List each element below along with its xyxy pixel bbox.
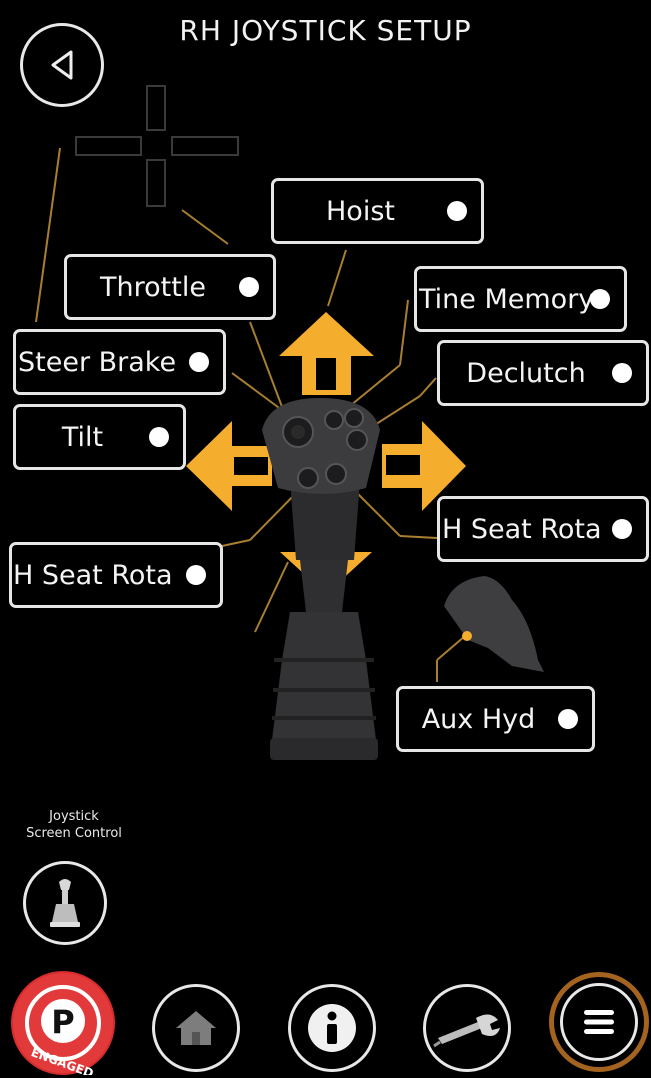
status-dot: [612, 519, 632, 539]
label-h-seat-rota-right[interactable]: H Seat Rota: [437, 496, 649, 562]
joystick-icon: [50, 879, 80, 927]
label-hoist-text: Hoist: [326, 195, 395, 227]
label-h-seat-rota-left[interactable]: H Seat Rota: [9, 542, 223, 608]
status-dot: [558, 709, 578, 729]
status-dot: [612, 363, 632, 383]
menu-button[interactable]: [549, 972, 649, 1072]
status-dot: [149, 427, 169, 447]
label-tilt-text: Tilt: [61, 421, 104, 453]
parking-brake-button[interactable]: P ENGAGED: [11, 971, 115, 1075]
label-declutch-text: Declutch: [466, 357, 586, 389]
label-hoist[interactable]: Hoist: [271, 178, 484, 244]
label-tine-memory-text: Tine Memory: [419, 283, 595, 315]
joystick-screen-control-button[interactable]: [23, 861, 107, 945]
menu-inner-ring: [560, 983, 638, 1061]
label-throttle-text: Throttle: [100, 271, 206, 303]
status-dot: [447, 201, 467, 221]
status-dot: [186, 565, 206, 585]
label-line-1: Joystick: [49, 809, 99, 824]
home-button[interactable]: [152, 984, 240, 1072]
label-steer-brake-text: Steer Brake: [18, 346, 177, 378]
wrench-icon: [433, 1014, 500, 1048]
label-tilt[interactable]: Tilt: [13, 404, 186, 470]
label-tine-memory[interactable]: Tine Memory: [414, 266, 627, 332]
label-steer-brake[interactable]: Steer Brake: [13, 329, 226, 395]
label-declutch[interactable]: Declutch: [437, 340, 649, 406]
label-aux-hyd[interactable]: Aux Hyd: [396, 686, 595, 752]
home-icon: [176, 1011, 216, 1045]
info-icon: [308, 1004, 356, 1052]
status-dot: [239, 277, 259, 297]
parking-brake-icon: P ENGAGED: [13, 973, 113, 1075]
label-h-seat-rota-right-text: H Seat Rota: [442, 513, 602, 545]
label-h-seat-rota-left-text: H Seat Rota: [13, 559, 173, 591]
label-line-2: Screen Control: [26, 826, 122, 841]
menu-icon: [584, 1010, 614, 1034]
settings-button[interactable]: [423, 984, 511, 1072]
dpad-indicator: [75, 85, 239, 207]
aux-hyd-paddle: [444, 576, 544, 672]
label-aux-hyd-text: Aux Hyd: [421, 703, 536, 735]
status-dot: [590, 289, 610, 309]
status-dot: [189, 352, 209, 372]
info-button[interactable]: [288, 984, 376, 1072]
label-throttle[interactable]: Throttle: [64, 254, 276, 320]
svg-text:P: P: [51, 1003, 74, 1041]
joystick-screen-control-label: Joystick Screen Control: [10, 808, 138, 842]
